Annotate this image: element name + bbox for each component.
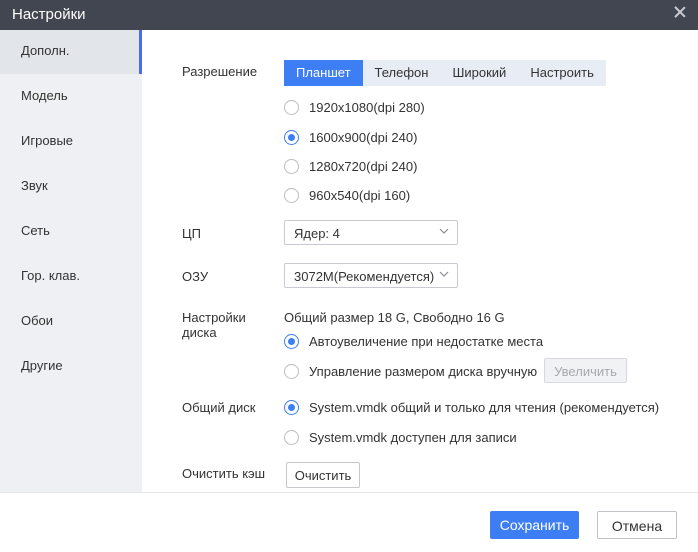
cpu-label: ЦП [182,226,201,241]
ram-value: 3072M(Рекомендуется) [294,269,435,284]
sidebar-item-hotkeys[interactable]: Гор. клав. [0,255,142,299]
sidebar-item-sound[interactable]: Звук [0,165,142,209]
resolution-option-label: 1280x720(dpi 240) [309,159,418,174]
increase-button[interactable]: Увеличить [544,358,627,383]
sidebar-item-label: Обои [21,313,54,328]
tab-custom[interactable]: Настроить [518,60,606,86]
chevron-down-icon [439,228,449,234]
tab-tablet[interactable]: Планшет [284,60,363,86]
sidebar-item-label: Модель [21,88,68,103]
shared-option-label: System.vmdk общий и только для чтения (р… [309,400,660,415]
save-button-label: Сохранить [499,517,570,533]
sidebar-item-label: Звук [21,178,48,193]
tab-wide[interactable]: Широкий [440,60,518,86]
resolution-radio-1920[interactable] [284,100,299,115]
save-button[interactable]: Сохранить [490,511,579,539]
cpu-value: Ядер: 4 [294,226,340,241]
sidebar-item-wallpaper[interactable]: Обои [0,300,142,344]
ram-select[interactable]: 3072M(Рекомендуется) [284,263,458,288]
shared-disk-label: Общий диск [182,400,256,415]
sidebar-item-gaming[interactable]: Игровые [0,120,142,164]
sidebar-item-label: Сеть [21,223,50,238]
sidebar-item-advanced[interactable]: Дополн. [0,30,142,74]
resolution-tabs: Планшет Телефон Широкий Настроить [284,60,606,86]
ram-label: ОЗУ [182,269,209,284]
shared-writable-radio[interactable] [284,430,299,445]
shared-option-label: System.vmdk доступен для записи [309,430,517,445]
disk-option-label: Управление размером диска вручную [309,364,538,379]
clear-cache-button[interactable]: Очистить [286,462,360,488]
resolution-option-label: 1600x900(dpi 240) [309,130,418,145]
tab-phone[interactable]: Телефон [363,60,441,86]
disk-info: Общий размер 18 G, Свободно 16 G [284,310,505,325]
sidebar-item-other[interactable]: Другие [0,345,142,389]
resolution-option-label: 1920x1080(dpi 280) [309,100,425,115]
sidebar-item-network[interactable]: Сеть [0,210,142,254]
resolution-radio-960[interactable] [284,188,299,203]
disk-manual-radio[interactable] [284,364,299,379]
clear-cache-button-label: Очистить [294,468,352,483]
resolution-option-label: 960x540(dpi 160) [309,188,411,203]
cpu-select[interactable]: Ядер: 4 [284,220,458,245]
sidebar: Дополн. Модель Игровые Звук Сеть Гор. кл… [0,30,142,492]
cancel-button-label: Отмена [611,518,663,534]
increase-button-label: Увеличить [554,364,617,379]
disk-option-label: Автоувеличение при недостатке места [309,334,544,349]
cancel-button[interactable]: Отмена [597,511,677,539]
disk-auto-radio[interactable] [284,334,299,349]
sidebar-item-label: Другие [21,358,63,373]
footer [0,492,698,552]
sidebar-item-label: Гор. клав. [21,268,81,283]
disk-label-line2: диска [182,325,217,340]
sidebar-item-label: Дополн. [21,43,70,58]
shared-readonly-radio[interactable] [284,400,299,415]
resolution-label: Разрешение [182,64,258,79]
disk-label-line1: Настройки [182,310,246,325]
title-bar: Настройки [0,0,698,30]
close-icon[interactable] [672,5,688,21]
resolution-radio-1280[interactable] [284,159,299,174]
chevron-down-icon [439,271,449,277]
window-title: Настройки [12,6,86,23]
sidebar-item-model[interactable]: Модель [0,75,142,119]
cache-label: Очистить кэш [182,466,266,481]
resolution-radio-1600[interactable] [284,130,299,145]
sidebar-item-label: Игровые [21,133,74,148]
